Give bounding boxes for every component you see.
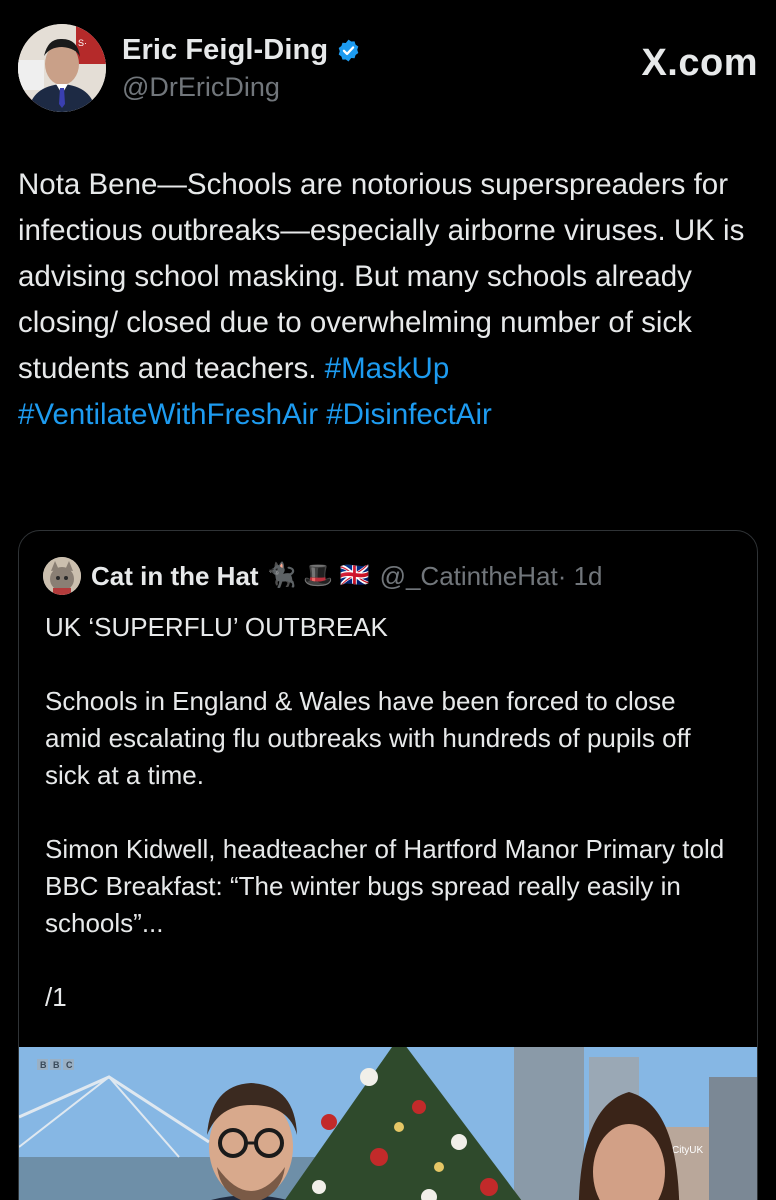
quoted-post-header: Cat in the Hat 🐈‍⬛ 🎩 🇬🇧 @_CatintheHat · … [43, 555, 603, 597]
quoted-post-card[interactable]: Cat in the Hat 🐈‍⬛ 🎩 🇬🇧 @_CatintheHat · … [18, 530, 758, 1200]
hashtag-link[interactable]: #DisinfectAir [326, 398, 492, 431]
quoted-post-paragraph: /1 [45, 982, 67, 1012]
quoted-post-body: UK ‘SUPERFLU’ OUTBREAK Schools in Englan… [45, 609, 735, 1053]
hashtag-link[interactable]: #MaskUp [325, 352, 450, 385]
quoted-author-avatar-image [43, 557, 81, 595]
bbc-logo: B B C [37, 1059, 74, 1070]
quoted-name-emoji: 🐈‍⬛ 🎩 🇬🇧 [266, 562, 370, 589]
brand-watermark: X.com [641, 42, 758, 84]
tweet-text: Nota Bene—Schools are notorious superspr… [18, 162, 760, 438]
svg-text:C: C [66, 1060, 73, 1070]
post-header: S· Eric Feigl-Ding @DrEricDing X.com [18, 22, 758, 114]
svg-text:B: B [53, 1060, 60, 1070]
quoted-post-paragraph: Schools in England & Wales have been for… [45, 686, 691, 790]
hashtag-link[interactable]: #VentilateWithFreshAir [18, 398, 318, 431]
quoted-author-name[interactable]: Cat in the Hat [91, 561, 259, 592]
tv-studio-image: CityUK B B C [19, 1047, 757, 1200]
author-handle[interactable]: @DrEricDing [122, 72, 280, 103]
svg-text:S·: S· [78, 38, 87, 48]
verified-badge-icon [338, 39, 359, 62]
quoted-author-avatar[interactable] [43, 557, 81, 595]
quoted-post-time[interactable]: · 1d [558, 561, 603, 592]
author-avatar[interactable]: S· [18, 24, 106, 112]
quoted-post-paragraph: Simon Kidwell, headteacher of Hartford M… [45, 834, 725, 938]
author-name-row: Eric Feigl-Ding [122, 34, 361, 67]
author-avatar-image: S· [18, 24, 106, 112]
svg-text:B: B [40, 1060, 47, 1070]
quoted-post-paragraph: UK ‘SUPERFLU’ OUTBREAK [45, 612, 388, 642]
author-display-name[interactable]: Eric Feigl-Ding [122, 34, 328, 67]
quoted-post-media[interactable]: CityUK B B C [19, 1047, 757, 1200]
quoted-author-handle[interactable]: @_CatintheHat [380, 561, 558, 592]
post-screenshot: S· Eric Feigl-Ding @DrEricDing X.com Not… [0, 0, 776, 1200]
screen-caption: CityUK [672, 1145, 703, 1156]
